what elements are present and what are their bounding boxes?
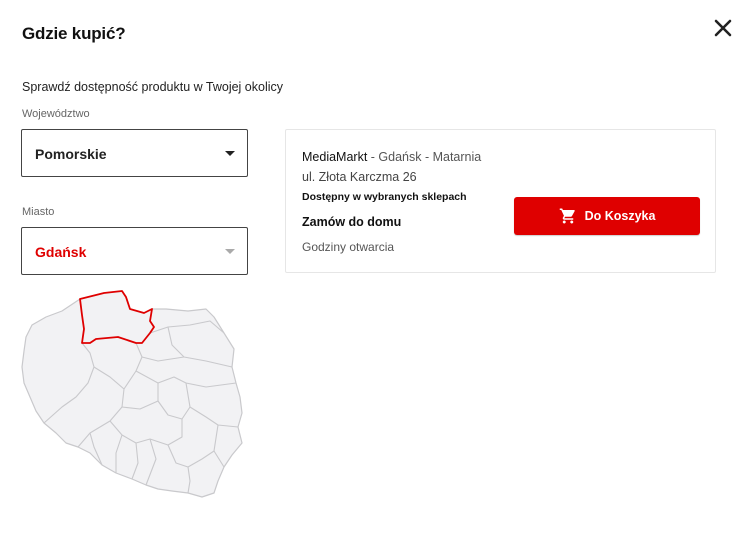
voivodeship-select[interactable]: Pomorskie (21, 129, 248, 177)
map-region-pomorskie[interactable] (79, 290, 155, 344)
store-card: MediaMarkt - Gdańsk - Matarnia ul. Złota… (285, 129, 716, 273)
city-select[interactable]: Gdańsk (21, 227, 248, 275)
poland-map-svg (21, 290, 243, 498)
opening-hours-link[interactable]: Godziny otwarcia (302, 240, 394, 254)
poland-map[interactable] (18, 287, 252, 509)
voivodeship-label: Województwo (22, 108, 90, 120)
chevron-down-icon (225, 249, 235, 254)
store-location: - Gdańsk - Matarnia (367, 150, 482, 164)
store-delivery: Zamów do domu (302, 215, 402, 229)
store-name: MediaMarkt - Gdańsk - Matarnia (302, 150, 481, 164)
chevron-down-icon (225, 151, 235, 156)
add-to-cart-label: Do Koszyka (584, 209, 656, 223)
modal-subtitle: Sprawdź dostępność produktu w Twojej oko… (22, 80, 284, 94)
voivodeship-select-value: Pomorskie (35, 146, 107, 162)
store-availability: Dostępny w wybranych sklepach (302, 191, 467, 203)
city-label: Miasto (22, 206, 55, 218)
store-address: ul. Złota Karczma 26 (302, 170, 417, 184)
add-to-cart-button[interactable]: Do Koszyka (514, 197, 700, 235)
close-button[interactable] (712, 17, 734, 39)
city-select-value: Gdańsk (35, 244, 87, 260)
modal-title: Gdzie kupić? (22, 24, 126, 43)
cart-icon (559, 208, 575, 224)
close-icon (714, 19, 732, 37)
store-brand: MediaMarkt (302, 150, 368, 164)
